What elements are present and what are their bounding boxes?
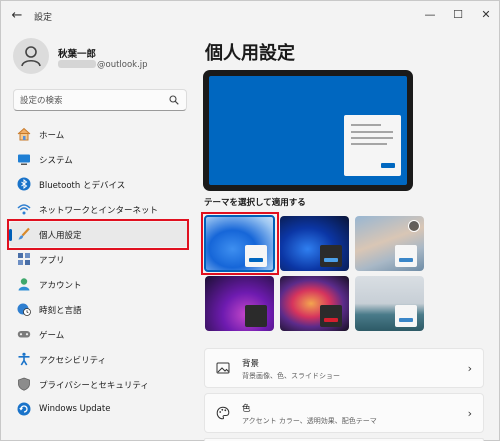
sidebar-item-bluetooth[interactable]: Bluetooth とデバイス — [9, 172, 189, 197]
sidebar-item-label: ホーム — [39, 131, 65, 141]
sidebar-item-accessibility[interactable]: アクセシビリティ — [9, 347, 189, 372]
theme-spotlight[interactable] — [355, 216, 424, 271]
sidebar-item-time-language[interactable]: 時刻と言語 — [9, 297, 189, 322]
theme-flow[interactable] — [355, 276, 424, 331]
preview-line — [351, 143, 387, 145]
card-title: 色 — [242, 404, 251, 414]
nav-highlight-annotation — [7, 219, 189, 250]
home-icon — [17, 127, 31, 141]
sidebar-item-gaming[interactable]: ゲーム — [9, 322, 189, 347]
sidebar-item-privacy-security[interactable]: プライバシーとセキュリティ — [9, 372, 189, 397]
wifi-icon — [17, 204, 31, 215]
sidebar-item-label: ゲーム — [39, 331, 65, 341]
theme-mini-button — [399, 258, 413, 262]
sidebar-item-label: Bluetooth とデバイス — [39, 181, 126, 191]
chevron-right-icon: › — [467, 407, 472, 420]
sidebar-item-label: アプリ — [39, 256, 65, 266]
sidebar-item-label: プライバシーとセキュリティ — [39, 381, 149, 391]
sidebar-item-system[interactable]: システム — [9, 147, 189, 172]
search-box[interactable] — [13, 89, 187, 111]
theme-mini-window — [245, 305, 267, 327]
user-email: @outlook.jp — [58, 60, 148, 70]
palette-icon — [216, 406, 230, 420]
theme-mini-button — [249, 318, 263, 322]
theme-mini-window — [395, 305, 417, 327]
avatar[interactable] — [13, 38, 49, 74]
preview-screen — [209, 76, 407, 185]
theme-mini-window — [320, 245, 342, 267]
theme-windows-dark[interactable] — [280, 216, 349, 271]
sidebar-item-windows-update[interactable]: Windows Update — [9, 397, 189, 422]
card-title: 背景 — [242, 359, 260, 369]
person-icon — [21, 46, 41, 67]
minimize-button[interactable]: — — [419, 5, 441, 25]
clock-globe-icon — [17, 303, 31, 316]
preview-button — [381, 163, 395, 168]
card-subtitle: アクセント カラー、透明効果、配色テーマ — [242, 417, 377, 425]
back-button[interactable]: ← — [9, 8, 25, 24]
theme-mini-button — [324, 258, 338, 262]
search-input[interactable] — [20, 94, 170, 107]
search-icon[interactable] — [169, 95, 179, 105]
bluetooth-icon — [17, 177, 31, 191]
theme-mini-window — [395, 245, 417, 267]
maximize-button[interactable]: ☐ — [447, 5, 469, 25]
email-redaction — [58, 60, 96, 68]
sidebar-item-label: アクセシビリティ — [39, 356, 107, 366]
sidebar-item-label: Windows Update — [39, 404, 111, 414]
accessibility-icon — [18, 352, 30, 366]
sidebar-item-apps[interactable]: アプリ — [9, 247, 189, 272]
sidebar-nav: ホーム システム Bluetooth とデバイス ネットワークとインターネット … — [9, 122, 189, 422]
themes-section-label: テーマを選択して適用する — [204, 198, 306, 208]
sidebar-item-accounts[interactable]: アカウント — [9, 272, 189, 297]
sidebar-item-label: システム — [39, 156, 73, 166]
sidebar-item-label: ネットワークとインターネット — [39, 206, 159, 216]
preview-dialog — [344, 115, 401, 176]
theme-glow[interactable] — [205, 276, 274, 331]
theme-preview — [203, 70, 413, 191]
sidebar-item-label: 時刻と言語 — [39, 306, 82, 316]
user-email-domain: @outlook.jp — [97, 60, 148, 70]
app-title: 設定 — [34, 13, 53, 23]
close-button[interactable]: ✕ — [475, 5, 497, 25]
color-setting-card[interactable]: 色 アクセント カラー、透明効果、配色テーマ › — [204, 393, 484, 433]
preview-line — [351, 124, 381, 126]
preview-line — [351, 131, 393, 133]
shield-icon — [18, 377, 30, 391]
title-bar: ← 設定 — ☐ ✕ — [1, 1, 499, 31]
gamepad-icon — [17, 331, 31, 338]
theme-mini-window — [320, 305, 342, 327]
apps-icon — [18, 253, 30, 265]
spotlight-badge-icon — [408, 220, 420, 232]
account-icon — [18, 278, 30, 291]
sidebar-item-home[interactable]: ホーム — [9, 122, 189, 147]
preview-line — [351, 137, 393, 139]
sidebar-item-label: アカウント — [39, 281, 82, 291]
theme-highlight-annotation — [201, 212, 279, 275]
card-subtitle: 背景画像、色、スライドショー — [242, 372, 340, 380]
settings-window: ← 設定 — ☐ ✕ 秋葉一郎 @outlook.jp ホーム システム Blu… — [0, 0, 500, 441]
page-title: 個人用設定 — [205, 43, 295, 64]
theme-captured-motion[interactable] — [280, 276, 349, 331]
background-setting-card[interactable]: 背景 背景画像、色、スライドショー › — [204, 348, 484, 388]
theme-mini-button — [324, 318, 338, 322]
theme-mini-button — [399, 318, 413, 322]
user-name: 秋葉一郎 — [58, 49, 97, 60]
system-icon — [18, 154, 30, 165]
update-icon — [17, 402, 31, 416]
image-icon — [216, 362, 230, 374]
chevron-right-icon: › — [467, 362, 472, 375]
